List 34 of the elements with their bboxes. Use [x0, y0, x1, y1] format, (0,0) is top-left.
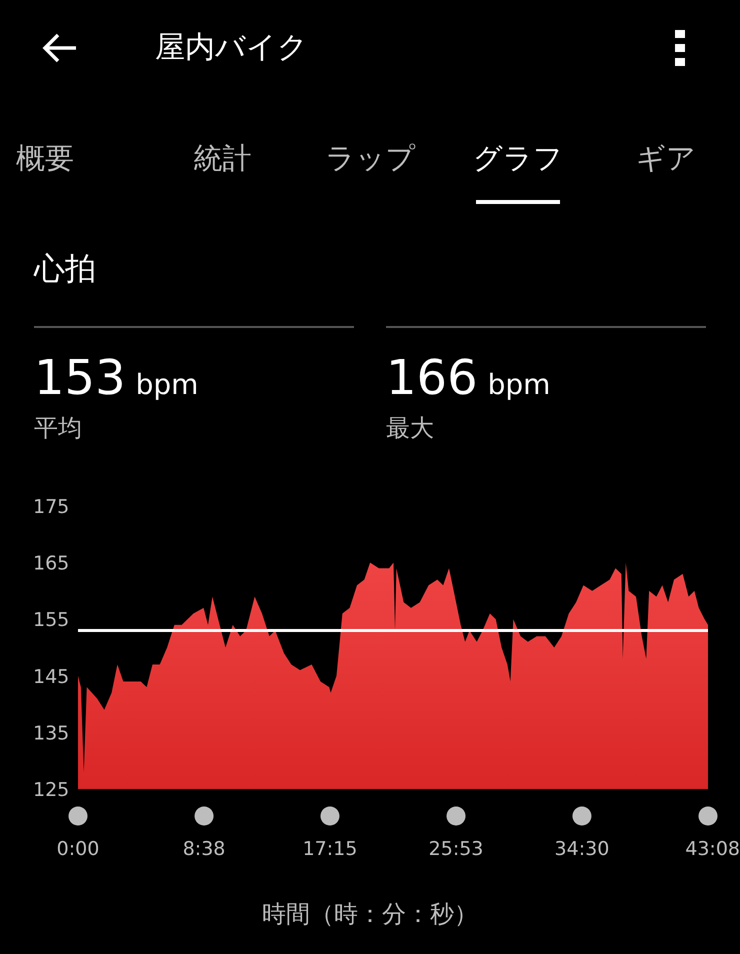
timeline-dot: [194, 806, 214, 826]
stat-label: 最大: [386, 413, 434, 444]
timeline-dot: [572, 806, 592, 826]
timeline-dot: [320, 806, 340, 826]
x-axis-title: 時間（時：分：秒）: [262, 899, 478, 930]
x-axis-label: 0:00: [56, 838, 100, 860]
stat-value: 153: [34, 350, 126, 406]
more-menu-icon[interactable]: [675, 30, 685, 66]
y-axis-label: 165: [33, 552, 70, 575]
section-title: 心拍: [32, 250, 97, 289]
y-axis-label: 155: [33, 609, 70, 632]
tab[interactable]: ギア: [592, 95, 740, 210]
tab[interactable]: グラフ: [444, 95, 592, 210]
timeline-dot: [698, 806, 718, 826]
tab[interactable]: 統計: [148, 95, 296, 210]
tab[interactable]: 概要: [0, 95, 149, 210]
x-axis-label: 17:15: [302, 838, 358, 860]
stat-unit: bpm: [136, 368, 198, 401]
x-axis-label: 34:30: [554, 838, 610, 860]
tab[interactable]: ラップ: [296, 95, 444, 210]
stat-unit: bpm: [488, 368, 550, 401]
y-axis-label: 145: [33, 666, 70, 688]
timeline-dot: [68, 806, 88, 826]
stat-value: 166: [386, 350, 478, 406]
page-title: 屋内バイク: [155, 29, 309, 67]
y-axis-label: 125: [33, 779, 70, 801]
back-arrow-icon[interactable]: [42, 32, 78, 64]
timeline-dot: [446, 806, 466, 826]
x-axis-label: 8:38: [182, 838, 226, 860]
x-axis-label: 25:53: [428, 838, 484, 860]
stat-label: 平均: [34, 413, 82, 444]
y-axis-label: 175: [33, 496, 70, 518]
y-axis-label: 135: [33, 722, 70, 744]
x-axis-label: 43:08: [685, 838, 740, 860]
